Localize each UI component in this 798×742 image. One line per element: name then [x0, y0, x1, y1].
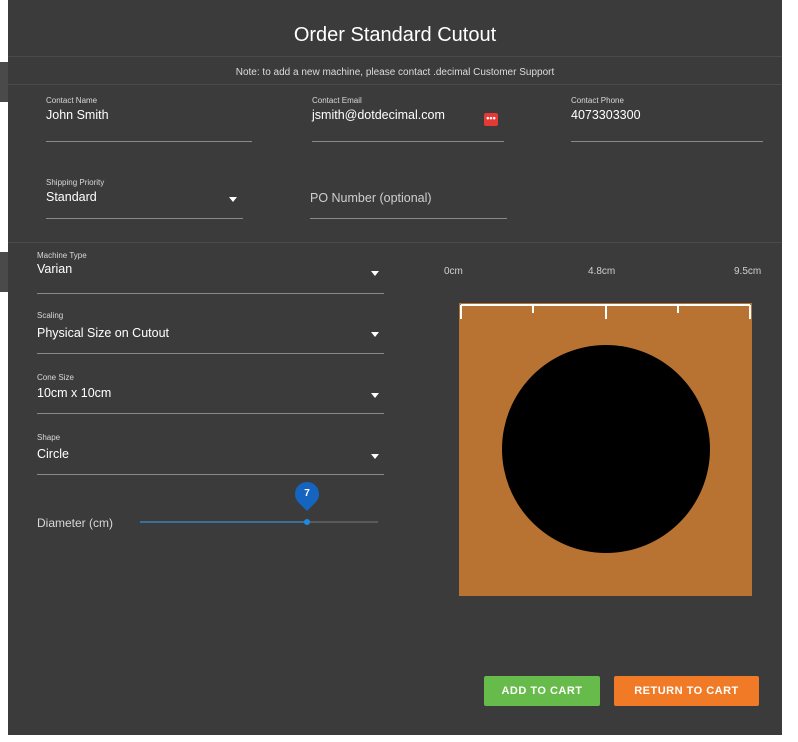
slider-track-rest — [307, 521, 378, 523]
chevron-down-icon[interactable] — [371, 454, 379, 459]
shape-select[interactable]: Shape Circle — [37, 433, 384, 475]
field-underline — [37, 353, 384, 354]
section-divider — [8, 242, 782, 243]
machine-type-select[interactable]: Machine Type Varian — [37, 251, 384, 294]
contact-phone-value: 4073303300 — [571, 108, 641, 122]
shape-label: Shape — [37, 433, 61, 442]
field-underline — [310, 218, 507, 219]
diameter-slider[interactable]: 7 — [140, 477, 378, 531]
cone-size-value: 10cm x 10cm — [37, 386, 112, 400]
dialog-title: Order Standard Cutout — [293, 24, 497, 46]
field-underline — [46, 141, 252, 142]
field-underline — [571, 141, 763, 142]
ruler-label-end: 9.5cm — [734, 266, 762, 277]
contact-name-label: Contact Name — [46, 96, 98, 105]
cutout-preview-svg — [459, 303, 752, 596]
slider-value-text: 7 — [304, 488, 310, 499]
po-number-placeholder: PO Number (optional) — [310, 191, 432, 205]
title-divider — [8, 56, 782, 57]
chevron-down-icon[interactable] — [371, 271, 379, 276]
window-edge-marker — [0, 62, 8, 102]
shipping-priority-select[interactable]: Shipping Priority Standard — [46, 178, 243, 219]
machine-type-label: Machine Type — [37, 251, 87, 260]
chevron-down-icon[interactable] — [371, 332, 379, 337]
cone-size-select[interactable]: Cone Size 10cm x 10cm — [37, 373, 384, 414]
diameter-label: Diameter (cm) — [37, 516, 114, 530]
contact-email-label: Contact Email — [312, 96, 362, 105]
field-underline — [37, 413, 384, 414]
ruler-label-mid: 4.8cm — [588, 266, 616, 277]
contact-email-field[interactable]: Contact Email jsmith@dotdecimal.com — [312, 96, 504, 142]
window-edge-marker — [0, 252, 8, 292]
field-underline — [37, 474, 384, 475]
chevron-down-icon[interactable] — [229, 197, 237, 202]
contact-email-value: jsmith@dotdecimal.com — [312, 108, 445, 122]
slider-track-fill — [140, 521, 307, 523]
note-divider — [8, 84, 782, 85]
return-to-cart-button[interactable]: RETURN TO CART — [614, 676, 759, 706]
slider-thumb[interactable] — [304, 519, 310, 525]
shape-value: Circle — [37, 447, 69, 461]
scaling-select[interactable]: Scaling Physical Size on Cutout — [37, 311, 384, 354]
po-number-input[interactable]: PO Number (optional) — [310, 178, 507, 219]
contact-phone-field[interactable]: Contact Phone 4073303300 — [571, 96, 763, 142]
support-note: Note: to add a new machine, please conta… — [235, 67, 555, 78]
field-underline — [312, 141, 504, 142]
cutout-preview — [459, 303, 752, 596]
chevron-down-icon[interactable] — [371, 393, 379, 398]
shipping-priority-value: Standard — [46, 190, 97, 204]
order-dialog: Order Standard Cutout Note: to add a new… — [8, 0, 782, 735]
scaling-label: Scaling — [37, 311, 64, 320]
contact-name-value: John Smith — [46, 108, 109, 122]
add-to-cart-button[interactable]: ADD TO CART — [484, 676, 600, 706]
field-underline — [37, 293, 384, 294]
machine-type-value: Varian — [37, 262, 73, 276]
contact-name-field[interactable]: Contact Name John Smith — [46, 96, 252, 142]
shipping-priority-label: Shipping Priority — [46, 178, 105, 187]
cone-size-label: Cone Size — [37, 373, 74, 382]
ruler-label-start: 0cm — [444, 266, 463, 277]
scaling-value: Physical Size on Cutout — [37, 326, 170, 340]
circle-aperture — [502, 345, 710, 553]
field-underline — [46, 218, 243, 219]
autofill-icon[interactable]: ••• — [484, 113, 498, 126]
contact-phone-label: Contact Phone — [571, 96, 624, 105]
